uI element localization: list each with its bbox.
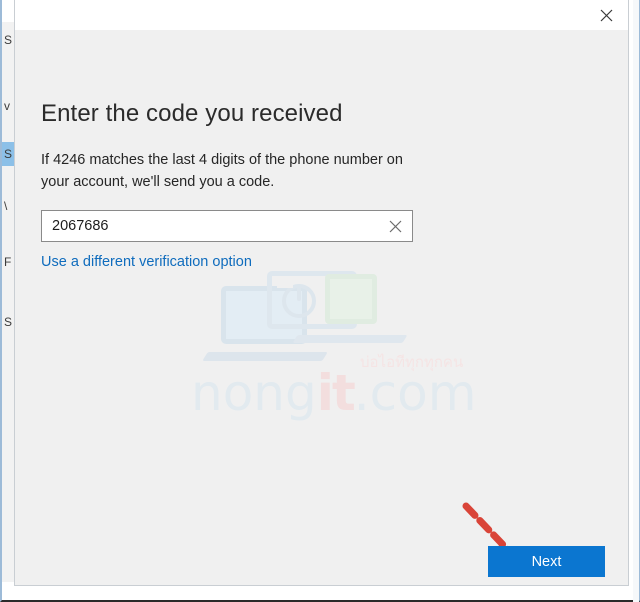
watermark-brand: nongit.com xyxy=(191,364,476,422)
watermark-monitor-icon xyxy=(221,286,307,344)
close-button[interactable] xyxy=(584,0,628,30)
background-nav-item[interactable]: S xyxy=(2,28,14,52)
watermark-monitor-icon xyxy=(267,271,357,329)
screen-root: S v S \ F S nongit.com บ่อไอทีทุกทุกคน E… xyxy=(0,0,640,602)
background-nav-item[interactable]: F xyxy=(2,250,14,274)
watermark-monitor-icon xyxy=(325,274,377,324)
watermark-monitor-stand xyxy=(292,335,408,343)
alternate-verification-link[interactable]: Use a different verification option xyxy=(41,254,252,270)
watermark-brand-part2: it xyxy=(316,364,356,422)
dialog-titlebar xyxy=(15,0,628,30)
close-icon xyxy=(600,9,612,21)
background-window-right-strip xyxy=(633,0,639,602)
background-nav-item-selected[interactable]: S xyxy=(2,142,14,166)
dialog-description: If 4246 matches the last 4 digits of the… xyxy=(41,151,403,190)
verification-dialog: nongit.com บ่อไอทีทุกทุกคน Enter the cod… xyxy=(14,0,629,586)
background-nav-item[interactable]: \ xyxy=(2,194,14,218)
background-nav-item[interactable]: S xyxy=(2,310,14,334)
watermark-thai-tagline: บ่อไอทีทุกทุกคน xyxy=(360,353,464,371)
next-button[interactable]: Next xyxy=(488,546,605,577)
watermark-brand-part3: .com xyxy=(353,364,477,422)
clear-icon xyxy=(389,220,401,232)
code-input-container[interactable] xyxy=(41,210,413,242)
clear-code-button[interactable] xyxy=(378,211,412,241)
background-nav-item[interactable]: v xyxy=(2,94,14,118)
watermark-power-icon xyxy=(282,284,316,318)
background-window-sidebar: S v S \ F S xyxy=(2,22,14,582)
dialog-content: nongit.com บ่อไอทีทุกทุกคน Enter the cod… xyxy=(15,30,628,585)
page-title: Enter the code you received xyxy=(41,100,343,128)
code-input[interactable] xyxy=(42,211,378,241)
watermark-brand-part1: nong xyxy=(191,364,317,422)
watermark-monitor-stand xyxy=(202,352,328,361)
watermark-power-mask xyxy=(277,278,293,288)
